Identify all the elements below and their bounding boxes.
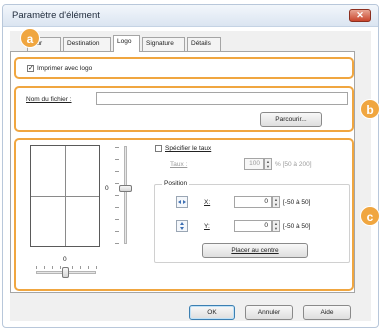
- y-range-label: [-50 à 50]: [283, 223, 311, 230]
- logo-preview: [30, 145, 100, 247]
- rate-spin-buttons[interactable]: ▲ ▼: [264, 158, 272, 170]
- tab-label: Détails: [191, 40, 211, 47]
- x-spin-buttons[interactable]: ▲ ▼: [272, 196, 280, 208]
- horizontal-arrows-icon: [178, 200, 186, 204]
- slider-tick: [88, 266, 89, 269]
- horizontal-offset-icon: [176, 196, 188, 208]
- slider-tick: [72, 266, 73, 269]
- slider-tick: [36, 266, 37, 269]
- y-input[interactable]: 0: [234, 220, 272, 232]
- horizontal-position-slider-thumb[interactable]: [62, 267, 69, 278]
- x-label: X:: [204, 199, 211, 206]
- print-with-logo-checkbox[interactable]: [27, 64, 34, 72]
- slider-tick: [115, 183, 119, 184]
- cancel-button[interactable]: Annuler: [245, 305, 293, 320]
- center-position-button[interactable]: Placer au centre: [202, 243, 308, 258]
- tab-details[interactable]: Détails: [187, 37, 221, 51]
- slider-tick: [115, 147, 119, 148]
- print-with-logo-label: Imprimer avec logo: [37, 65, 93, 72]
- preview-horizontal-guide: [31, 196, 99, 197]
- ok-button[interactable]: OK: [189, 305, 235, 320]
- title-bar[interactable]: Paramètre d'élément ✕: [3, 5, 378, 27]
- help-button[interactable]: Aide: [303, 305, 351, 320]
- position-group-title: Position: [162, 180, 190, 187]
- specify-scale-label: Spécifier le taux: [165, 145, 212, 152]
- slider-tick: [115, 219, 119, 220]
- tab-signature[interactable]: Signature: [142, 37, 185, 51]
- window-title: Paramètre d'élément: [12, 10, 100, 21]
- slider-tick: [52, 266, 53, 269]
- callout-badge-a: a: [20, 28, 40, 48]
- browse-button[interactable]: Parcourir...: [260, 112, 322, 127]
- slider-tick: [115, 243, 119, 244]
- slider-tick: [60, 266, 61, 269]
- vertical-position-slider-track[interactable]: [124, 146, 127, 244]
- close-button[interactable]: ✕: [349, 9, 371, 22]
- cancel-button-label: Annuler: [257, 309, 281, 316]
- tab-label: Destination: [67, 40, 100, 47]
- vertical-position-slider-thumb[interactable]: [119, 185, 132, 192]
- help-button-label: Aide: [320, 309, 334, 316]
- y-spin-buttons[interactable]: ▲ ▼: [272, 220, 280, 232]
- slider-tick: [115, 195, 119, 196]
- tab-logo[interactable]: Logo: [113, 35, 140, 52]
- horizontal-slider-value: 0: [63, 256, 67, 263]
- specify-scale-checkbox[interactable]: [155, 145, 162, 152]
- x-input[interactable]: 0: [234, 196, 272, 208]
- tab-label: Signature: [146, 40, 174, 47]
- x-range-label: [-50 à 50]: [283, 199, 311, 206]
- ok-button-label: OK: [207, 309, 217, 316]
- tab-destination[interactable]: Destination: [63, 37, 111, 51]
- rate-input[interactable]: 100: [244, 158, 264, 170]
- slider-tick: [115, 171, 119, 172]
- callout-badge-c: c: [360, 206, 380, 226]
- file-name-label: Nom du fichier :: [26, 96, 72, 103]
- slider-tick: [115, 207, 119, 208]
- slider-tick: [96, 266, 97, 269]
- browse-button-label: Parcourir...: [275, 116, 307, 123]
- vertical-offset-icon: [176, 220, 188, 232]
- rate-range-label: % [50 à 200]: [275, 161, 312, 168]
- slider-tick: [115, 159, 119, 160]
- slider-tick: [80, 266, 81, 269]
- tab-label: Logo: [117, 38, 132, 45]
- vertical-arrows-icon: [180, 222, 184, 230]
- slider-tick: [115, 231, 119, 232]
- y-label: Y:: [204, 223, 210, 230]
- rate-label: Taux :: [170, 161, 188, 168]
- file-name-input[interactable]: [96, 92, 348, 105]
- close-icon: ✕: [356, 10, 364, 20]
- vertical-slider-value: 0: [105, 185, 109, 192]
- slider-tick: [44, 266, 45, 269]
- callout-badge-b: b: [360, 99, 380, 119]
- center-position-button-label: Placer au centre: [231, 247, 279, 254]
